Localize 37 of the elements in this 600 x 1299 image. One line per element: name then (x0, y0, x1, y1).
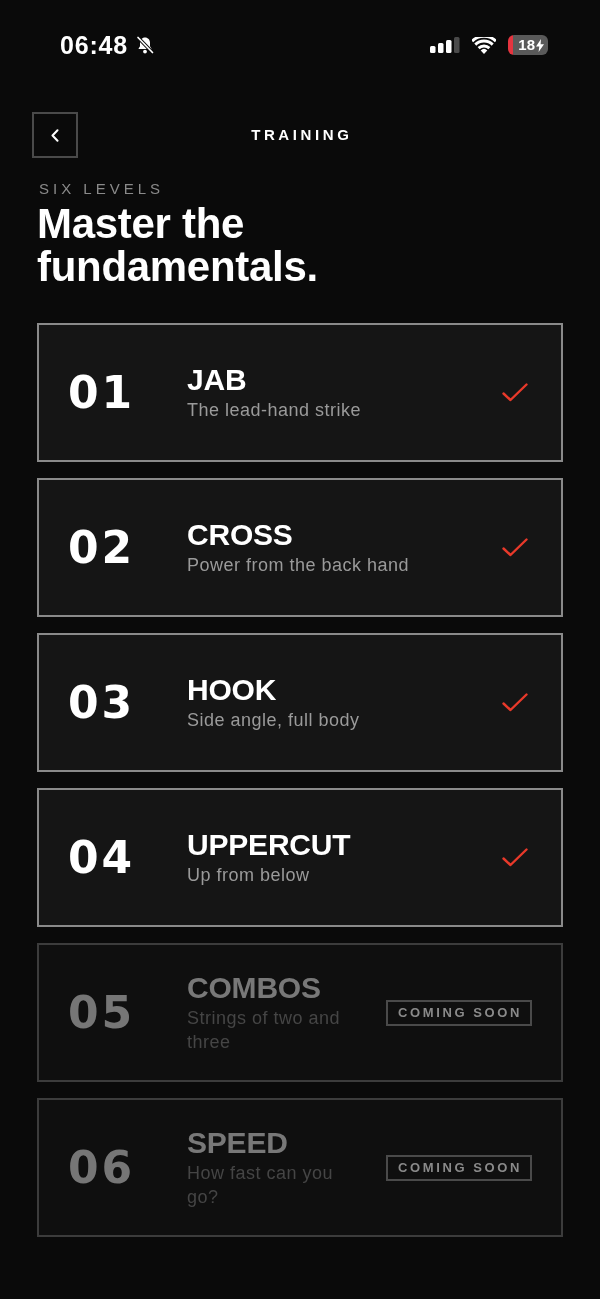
checkmark-icon (502, 383, 528, 402)
level-description: Side angle, full body (187, 709, 360, 732)
bell-slash-icon (134, 35, 155, 55)
level-number: 03 (68, 677, 137, 728)
signal-icon (430, 37, 460, 53)
page-heading: Master the fundamentals. (37, 202, 319, 288)
level-description: Power from the back hand (187, 554, 410, 577)
level-number: 01 (68, 367, 137, 418)
level-number: 06 (68, 1142, 137, 1193)
level-card[interactable]: 04 UPPERCUT Up from below (37, 788, 563, 927)
level-name: UPPERCUT (187, 828, 351, 862)
status-time: 06:48 (60, 30, 128, 60)
level-description: Up from below (187, 864, 310, 887)
coming-soon-badge: COMING SOON (386, 1154, 532, 1181)
screen-title: TRAINING (251, 125, 353, 145)
checkmark-icon (502, 848, 528, 867)
back-button[interactable] (32, 112, 78, 158)
checkmark-icon (502, 538, 528, 557)
level-card[interactable]: 02 CROSS Power from the back hand (37, 478, 563, 617)
level-name: JAB (187, 363, 247, 397)
level-description: The lead-hand strike (187, 399, 362, 422)
level-name: SPEED (187, 1126, 288, 1160)
wifi-icon (472, 36, 496, 54)
chevron-left-icon (51, 128, 59, 142)
battery-percent: 18 (518, 36, 535, 54)
level-number: 04 (68, 832, 137, 883)
level-card[interactable]: 03 HOOK Side angle, full body (37, 633, 563, 772)
level-name: CROSS (187, 518, 293, 552)
lightning-bolt-icon (536, 38, 544, 52)
section-eyebrow: SIX LEVELS (39, 180, 165, 198)
level-card[interactable]: 01 JAB The lead-hand strike (37, 323, 563, 462)
level-name: COMBOS (187, 971, 321, 1005)
level-name: HOOK (187, 673, 277, 707)
checkmark-icon (502, 693, 528, 712)
level-number: 02 (68, 522, 137, 573)
coming-soon-badge: COMING SOON (386, 999, 532, 1026)
level-number: 05 (68, 987, 137, 1038)
